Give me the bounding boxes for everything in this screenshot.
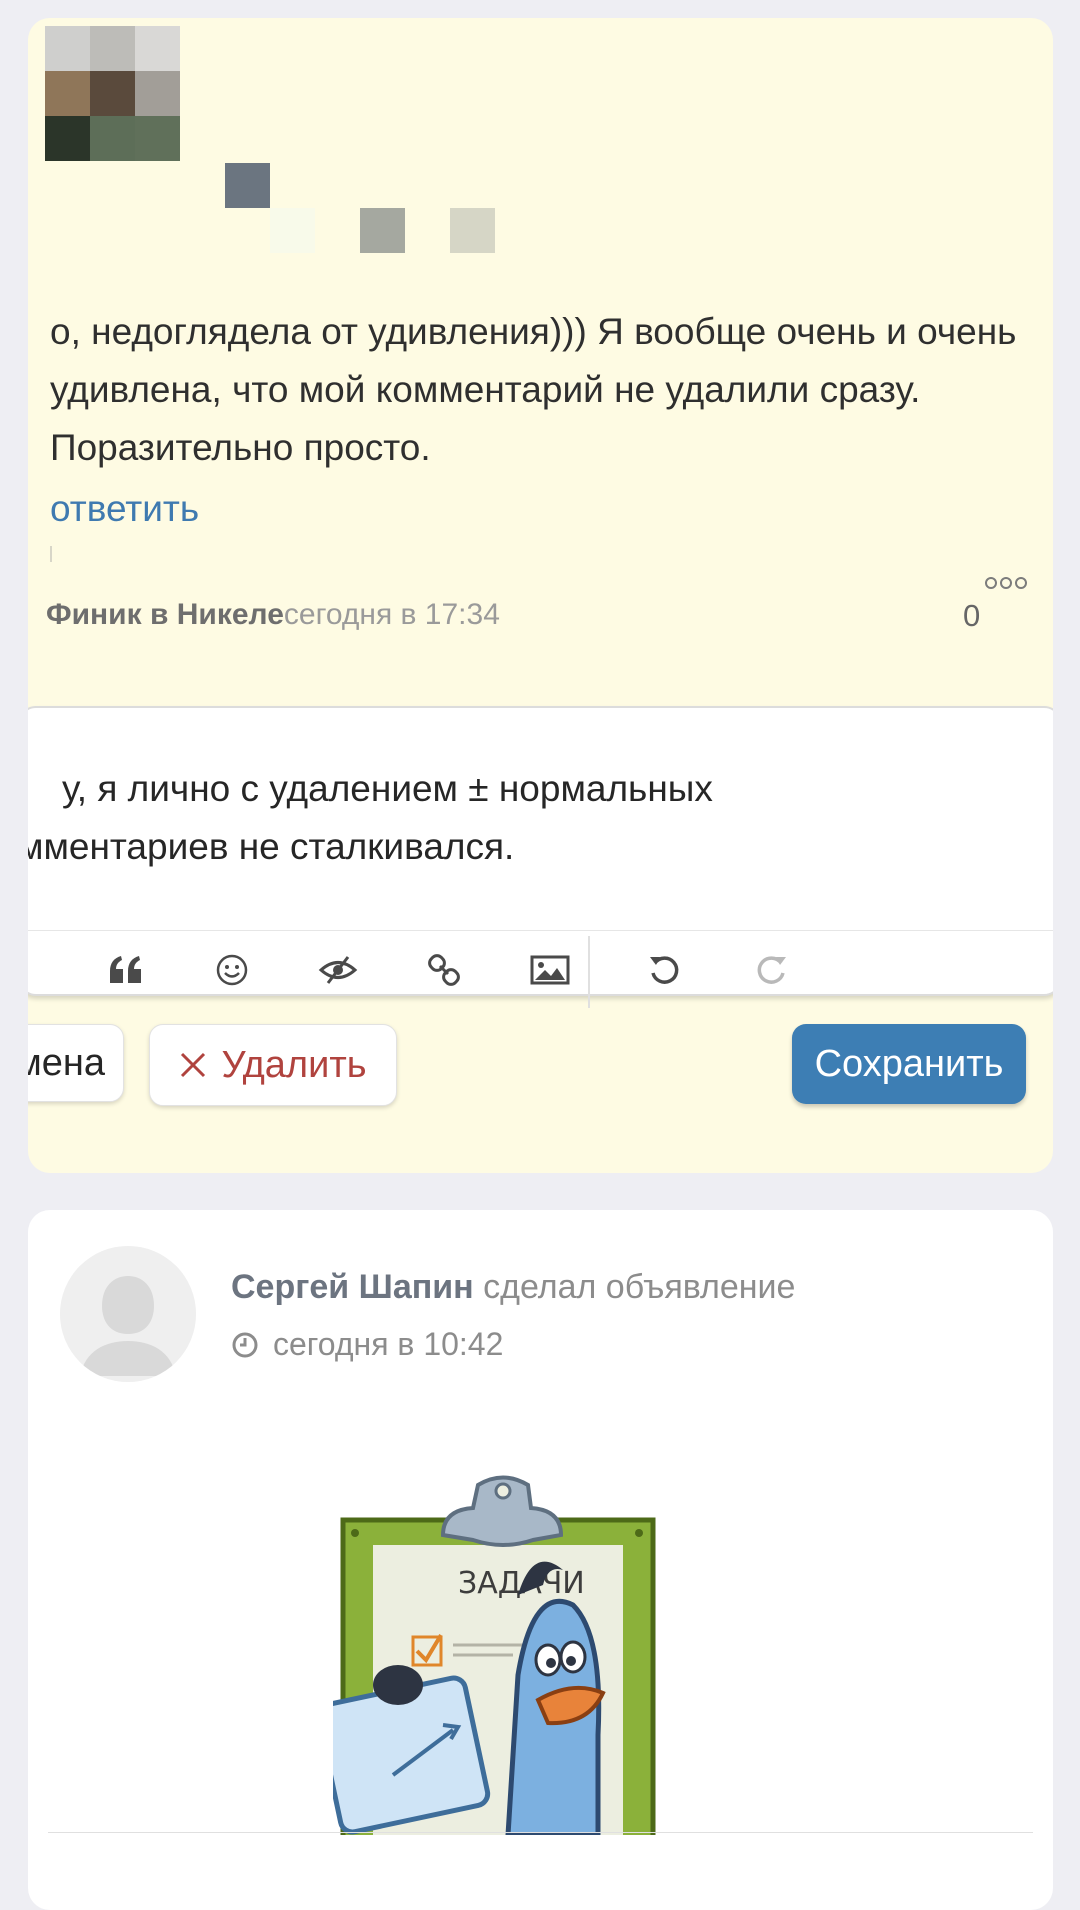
rating-count: 0 (963, 598, 981, 633)
reply-link[interactable]: ответить (50, 488, 199, 530)
post-date: сегодня в 10:42 (231, 1326, 503, 1363)
delete-label: Удалить (221, 1043, 367, 1086)
toolbar-separator (28, 930, 1053, 931)
save-button[interactable]: Сохранить (792, 1024, 1026, 1104)
task-clipboard-illustration: ЗАДАЧИ (315, 1475, 753, 1845)
smile-icon[interactable] (202, 940, 262, 1000)
comment-time: сегодня в 17:34 (283, 598, 500, 631)
avatar[interactable] (60, 1246, 196, 1382)
comment-text: о, недоглядела от удивления))) Я вообще … (50, 311, 1017, 468)
post-author[interactable]: Сергей Шапин (231, 1268, 474, 1306)
spoiler-eye-icon[interactable] (308, 940, 368, 1000)
comment-editor[interactable]: у, я лично с удалением ± нормальных ммен… (28, 706, 1053, 1008)
divider (48, 1832, 1033, 1833)
redo-icon[interactable] (742, 940, 802, 1000)
post-header: Сергей Шапин сделал объявление (231, 1268, 795, 1307)
more-options-icon[interactable] (985, 576, 1030, 594)
delete-button[interactable]: Удалить (149, 1024, 397, 1106)
image-icon[interactable] (520, 940, 580, 1000)
comment-author[interactable]: Финик в Никеле (46, 598, 284, 631)
editor-line-1: у, я лично с удалением ± нормальных (62, 768, 713, 809)
link-icon[interactable] (414, 940, 474, 1000)
editor-line-2: мментариев не сталкивался. (28, 826, 515, 867)
comment-card: о, недоглядела от удивления))) Я вообще … (28, 18, 1053, 1173)
illustration-title: ЗАДАЧИ (458, 1566, 585, 1601)
post-date-text: сегодня в 10:42 (273, 1326, 504, 1362)
comment-meta: Финик в Никелесегодня в 17:34 (46, 598, 500, 632)
post-action: сделал объявление (483, 1268, 796, 1306)
toolbar-divider (588, 936, 590, 1008)
undo-icon[interactable] (634, 940, 694, 1000)
clock-icon (232, 1332, 258, 1357)
editor-textarea[interactable]: у, я лично с удалением ± нормальных ммен… (28, 760, 1050, 880)
post-card: Сергей Шапин сделал объявление сегодня в… (28, 1210, 1053, 1910)
quote-icon[interactable] (96, 940, 156, 1000)
close-icon (181, 1052, 206, 1078)
divider (50, 546, 52, 562)
cancel-button[interactable]: мена (28, 1024, 124, 1102)
